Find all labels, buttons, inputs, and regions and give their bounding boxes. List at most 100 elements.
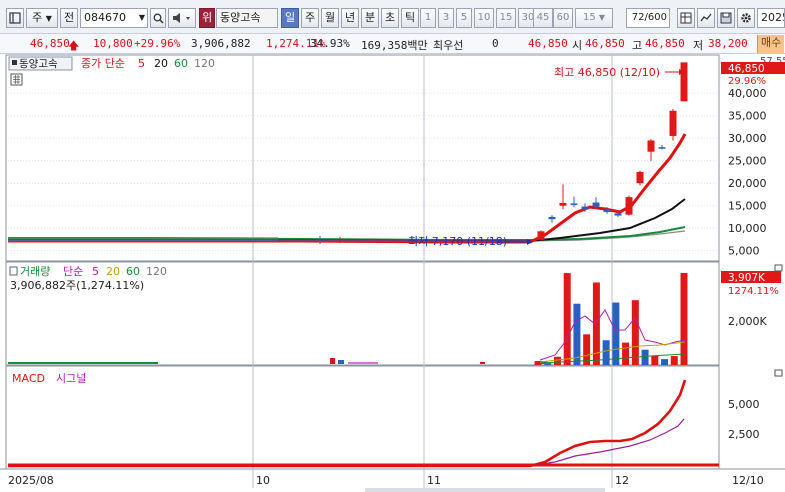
x-label-nov: 11 xyxy=(427,474,441,487)
candle-body xyxy=(581,206,589,209)
candle-body xyxy=(559,202,567,206)
volume-bar xyxy=(680,272,688,365)
stock-chart: 동양고속 종가 단순 5 20 60 120 최저 7,170 (11/18) … xyxy=(0,54,785,492)
candle-body xyxy=(592,202,600,207)
quote-strip: 46,850 🡅 10,800 +29.96% 3,906,882 1,274.… xyxy=(0,34,785,54)
volume-value: 3,906,882 xyxy=(191,37,251,50)
price-axis-tick: 40,000 xyxy=(728,87,767,100)
warning-badge: 위 xyxy=(199,8,215,28)
volume-bar xyxy=(670,356,678,365)
period-week-button[interactable]: 주 xyxy=(301,8,319,28)
period-day-button[interactable]: 일 xyxy=(281,8,299,28)
candle-body xyxy=(614,213,622,216)
volume-axis-tick: 2,000K xyxy=(728,315,767,328)
current-price-tag-text: 46,850 xyxy=(728,63,765,75)
candle-body xyxy=(636,171,644,184)
volume-ma-20: 20 xyxy=(106,265,120,278)
trade-amount: 169,358백만 xyxy=(361,39,428,52)
buy-button[interactable]: 매수 xyxy=(757,35,785,53)
candle-body xyxy=(537,231,545,240)
type-select[interactable]: 주 ▼ xyxy=(26,8,58,28)
stock-code-input[interactable]: 084670 ▼ xyxy=(80,8,148,28)
candle-body xyxy=(680,62,688,102)
volume-bar xyxy=(553,356,561,365)
speaker-icon[interactable] xyxy=(168,8,196,28)
high-label: 고 xyxy=(632,39,643,52)
period-minute-button[interactable]: 분 xyxy=(361,8,379,28)
interval-1-button[interactable]: 1 xyxy=(420,8,436,28)
volume-ma-120: 120 xyxy=(146,265,167,278)
period-tick-button[interactable]: 틱 xyxy=(401,8,419,28)
price-axis-tick: 5,000 xyxy=(728,245,760,258)
date-input[interactable]: 2025/ xyxy=(757,8,785,28)
candle-body xyxy=(570,203,578,205)
interval-15-button[interactable]: 15 xyxy=(496,8,516,28)
chart-compare-icon[interactable] xyxy=(697,8,715,28)
legend-ma-60: 60 xyxy=(174,57,188,70)
x-last-date: 12/10 xyxy=(732,474,764,487)
data-table-icon[interactable] xyxy=(677,8,695,28)
volume-ma-label: 단순 xyxy=(63,265,83,278)
volume-bar xyxy=(622,342,630,365)
interval-60-button[interactable]: 60 xyxy=(553,8,573,28)
period-year-button[interactable]: 년 xyxy=(341,8,359,28)
stock-code-value: 084670 xyxy=(84,11,126,24)
best-price: 46,850 xyxy=(528,37,568,50)
price-axis-tick: 15,000 xyxy=(728,200,767,213)
price-axis-tick: 10,000 xyxy=(728,222,767,235)
legend-stock-name: 동양고속 xyxy=(19,58,58,70)
macd-close-icon[interactable] xyxy=(774,369,783,377)
period-second-button[interactable]: 초 xyxy=(381,8,399,28)
price-change-pct: +29.96% xyxy=(134,37,181,50)
chart-layout-icon[interactable] xyxy=(6,8,24,28)
legend-ma-5: 5 xyxy=(138,57,145,70)
interval-45-button[interactable]: 45 xyxy=(533,8,553,28)
interval-5-button[interactable]: 5 xyxy=(456,8,472,28)
macd-signal-label: 시그널 xyxy=(56,372,86,385)
price-change: 10,800 xyxy=(93,37,133,50)
volume-title: 거래량 xyxy=(20,265,50,278)
legend-ma-label: 종가 단순 xyxy=(81,57,125,70)
count-input[interactable]: 72/600 xyxy=(626,8,670,28)
volume-bar xyxy=(563,273,571,365)
stock-name-display: 동양고속 xyxy=(216,8,278,28)
price-axis-tick: 20,000 xyxy=(728,177,767,190)
candle-body xyxy=(625,197,633,215)
interval-10-button[interactable]: 10 xyxy=(474,8,494,28)
interval-select-value: 15 xyxy=(582,12,596,23)
volume-last-pct: 1274.11% xyxy=(728,286,779,297)
volume-bar xyxy=(612,302,620,365)
interval-select[interactable]: 15 ▼ xyxy=(575,8,613,28)
period-month-button[interactable]: 월 xyxy=(321,8,339,28)
legend-ma-20: 20 xyxy=(154,57,168,70)
priority-value: 0 xyxy=(492,37,499,50)
count-value: 72 xyxy=(631,12,645,23)
market-button[interactable]: 전 xyxy=(60,8,78,28)
current-price: 46,850 xyxy=(30,37,70,50)
volume-bar xyxy=(651,355,659,365)
low-price: 38,200 xyxy=(708,37,748,50)
chevron-down-icon: ▼ xyxy=(598,13,606,22)
save-icon[interactable] xyxy=(717,8,735,28)
macd-title: MACD xyxy=(12,372,45,385)
chart-toolbar: 주 ▼ 전 084670 ▼ 위 동양고속 일 주 월 년 분 초 틱 1 3 … xyxy=(0,0,785,34)
x-label-aug: 2025/08 xyxy=(8,474,54,487)
macd-axis-tick-5000: 5,000 xyxy=(728,398,760,411)
interval-3-button[interactable]: 3 xyxy=(438,8,454,28)
volume-close-icon[interactable] xyxy=(774,264,783,272)
chart-canvas[interactable]: 동양고속 종가 단순 5 20 60 120 최저 7,170 (11/18) … xyxy=(0,54,785,492)
volume-bar xyxy=(544,363,552,365)
volume-ma-5: 5 xyxy=(92,265,99,278)
volume-bar xyxy=(661,359,669,365)
volume-value-text: 3,906,882주(1,274.11%) xyxy=(10,279,144,292)
low-annotation-text: 최저 7,170 (11/18) xyxy=(408,235,507,248)
volume-bar xyxy=(641,349,649,365)
low-label: 저 xyxy=(693,39,704,52)
candle-body xyxy=(658,147,666,149)
priority-label: 최우선 xyxy=(433,39,464,52)
horizontal-scrollbar[interactable] xyxy=(365,488,605,492)
count-total: /600 xyxy=(644,12,667,23)
search-icon[interactable] xyxy=(150,8,166,28)
gear-icon[interactable] xyxy=(737,8,755,28)
legend-bullet-icon xyxy=(12,60,17,65)
